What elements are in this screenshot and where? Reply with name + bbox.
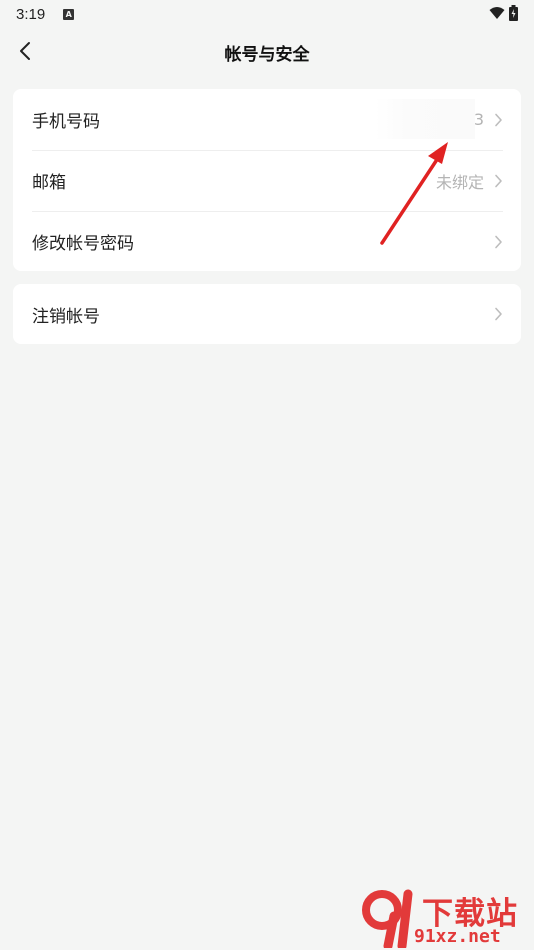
settings-row-change-password[interactable]: 修改帐号密码 [13,211,521,272]
row-label: 邮箱 [32,173,66,193]
status-bar: 3:19 A [0,0,534,28]
watermark-url: 91xz.net [414,926,501,947]
row-label: 手机号码 [32,112,100,132]
page-title: 帐号与安全 [224,45,310,65]
status-icons [489,5,518,21]
watermark-logo: 下载站 91xz.net [360,886,530,948]
row-label: 修改帐号密码 [32,234,134,254]
row-label: 注销帐号 [32,306,100,327]
settings-row-phone[interactable]: 手机号码 3 [13,89,521,150]
row-value: 未绑定 [435,172,484,192]
settings-group-deactivate: 注销帐号 [13,284,521,344]
chevron-right-icon [495,307,502,321]
a-icon: A [63,8,75,20]
chevron-right-icon [495,235,502,248]
chevron-right-icon [495,174,502,187]
wifi-icon [489,7,505,19]
settings-row-email[interactable]: 邮箱 未绑定 [13,150,521,211]
title-bar: 帐号与安全 [0,28,534,76]
settings-group-account: 手机号码 3 邮箱 未绑定 修改帐号密码 [13,89,521,271]
battery-icon [509,5,518,21]
status-time: 3:19 [16,5,46,23]
chevron-right-icon [495,113,502,126]
settings-row-deactivate-account[interactable]: 注销帐号 [13,284,521,344]
row-value: 3 [473,110,484,129]
